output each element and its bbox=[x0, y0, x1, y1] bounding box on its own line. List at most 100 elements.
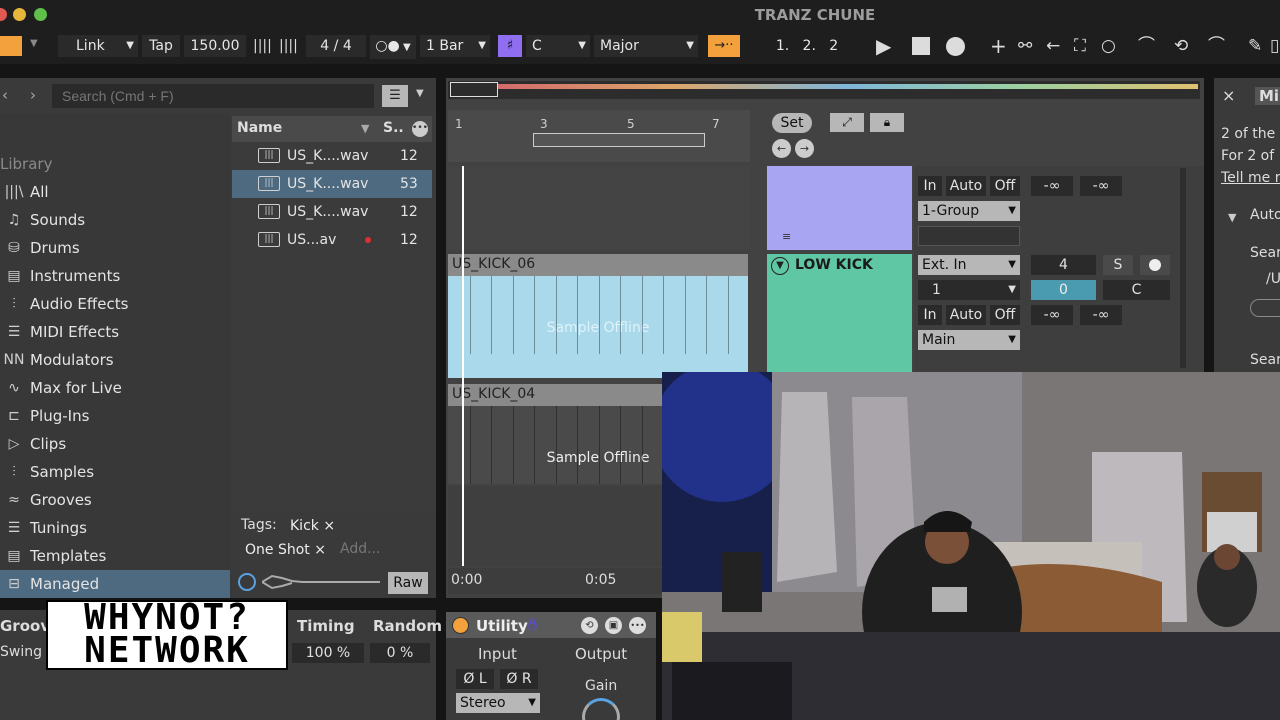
sidebar-item-midi-effects[interactable]: ☰ MIDI Effects bbox=[0, 318, 230, 346]
sidebar-item-audio-effects[interactable]: ⫶ Audio Effects bbox=[0, 290, 230, 318]
tempo-nudge-down-icon[interactable]: |||| bbox=[253, 34, 272, 58]
link-button[interactable]: Link ▼ bbox=[58, 35, 138, 57]
tempo-field[interactable]: 150.00 bbox=[184, 35, 246, 57]
sidebar-item-grooves[interactable]: ≈ Grooves bbox=[0, 486, 230, 514]
save-preset-icon[interactable]: ▣ bbox=[605, 617, 622, 634]
monitor-off-button[interactable]: Off bbox=[990, 176, 1020, 196]
forward-nav-icon[interactable]: › bbox=[30, 86, 36, 104]
song-position[interactable]: 1. 2. 2 bbox=[752, 35, 862, 57]
loop-icon[interactable]: ⟲ bbox=[1174, 34, 1188, 58]
punch-in-icon[interactable]: ⌒ bbox=[1138, 34, 1155, 58]
prev-locator-icon[interactable]: ← bbox=[772, 139, 791, 158]
timing-value[interactable]: 100 % bbox=[292, 643, 364, 663]
time-sig-numerator[interactable]: 4 bbox=[320, 38, 329, 54]
scrollbar[interactable] bbox=[1180, 168, 1186, 368]
overview-bar[interactable] bbox=[448, 81, 1200, 99]
hot-swap-icon[interactable]: ⟲ bbox=[581, 617, 598, 634]
time-sig-denominator[interactable]: 4 bbox=[343, 38, 352, 54]
unfold-icon[interactable]: ⤢ bbox=[830, 113, 864, 132]
draw-mode-icon[interactable]: ✎ bbox=[1248, 34, 1262, 58]
routing-empty-slot[interactable] bbox=[918, 226, 1020, 246]
group-fold-icon[interactable]: ≡ bbox=[782, 230, 791, 243]
time-signature[interactable]: 4 / 4 bbox=[306, 35, 366, 57]
sidebar-item-plug-ins[interactable]: ⊏ Plug-Ins bbox=[0, 402, 230, 430]
punch-out-icon[interactable]: ⌒ bbox=[1208, 34, 1225, 58]
random-value[interactable]: 0 % bbox=[370, 643, 430, 663]
file-row[interactable]: ||| US_K....wav 12 bbox=[232, 142, 432, 170]
monitor-in-button[interactable]: In bbox=[918, 305, 942, 325]
tell-me-more-link[interactable]: Tell me r bbox=[1221, 170, 1280, 186]
tag-one-shot[interactable]: One Shot × bbox=[239, 539, 332, 561]
search-input[interactable] bbox=[52, 84, 374, 108]
phase-left-button[interactable]: Ø L bbox=[456, 669, 494, 689]
position-sixteenth[interactable]: 2 bbox=[829, 38, 838, 54]
scale-dropdown[interactable]: Major ▼ bbox=[594, 35, 698, 57]
stop-icon[interactable] bbox=[912, 37, 930, 55]
preview-toggle-icon[interactable] bbox=[238, 573, 256, 591]
preview-waveform[interactable] bbox=[261, 574, 380, 590]
sidebar-item-sounds[interactable]: ♫ Sounds bbox=[0, 206, 230, 234]
follow-button[interactable]: →·· bbox=[708, 35, 740, 57]
sidebar-item-templates[interactable]: ▤ Templates bbox=[0, 542, 230, 570]
audio-clip[interactable]: US_KICK_06 Sample Offline bbox=[448, 254, 748, 378]
set-locator-button[interactable]: Set bbox=[772, 113, 812, 133]
overview-viewport[interactable] bbox=[450, 82, 498, 97]
remove-tag-icon[interactable]: × bbox=[323, 518, 335, 534]
metronome-button[interactable]: ○● ▼ bbox=[370, 35, 416, 59]
sidebar-item-samples[interactable]: ⫶ Samples bbox=[0, 458, 230, 486]
next-locator-icon[interactable]: → bbox=[795, 139, 814, 158]
output-main-dropdown[interactable]: Main ▼ bbox=[918, 330, 1020, 350]
track-fold-icon[interactable]: ▼ bbox=[771, 257, 789, 275]
device-on-icon[interactable] bbox=[452, 617, 469, 634]
monitor-auto-button[interactable]: Auto bbox=[946, 176, 986, 196]
add-icon[interactable]: + bbox=[990, 34, 1007, 58]
info-pill-button[interactable] bbox=[1250, 299, 1280, 317]
play-icon[interactable]: ▶ bbox=[876, 34, 891, 58]
input-type-dropdown[interactable]: Ext. In ▼ bbox=[918, 255, 1020, 275]
pan-field[interactable]: C bbox=[1103, 280, 1170, 300]
file-row[interactable]: ||| US_K....wav 12 bbox=[232, 198, 432, 226]
track-lane-group[interactable] bbox=[448, 166, 750, 250]
track-activator-button[interactable]: 4 bbox=[1031, 255, 1096, 275]
ext-sync-button[interactable] bbox=[0, 36, 22, 56]
size-column-header[interactable]: S.. bbox=[383, 120, 404, 136]
loop-brace[interactable] bbox=[533, 133, 705, 147]
section-expand-icon[interactable]: ▼ bbox=[1228, 211, 1236, 224]
automation-arm-icon[interactable]: ⚯ bbox=[1018, 34, 1032, 58]
session-record-icon[interactable]: ○ bbox=[1101, 34, 1116, 58]
position-beat[interactable]: 2. bbox=[803, 38, 816, 54]
sidebar-item-max-for-live[interactable]: ∿ Max for Live bbox=[0, 374, 230, 402]
monitor-in-button[interactable]: In bbox=[918, 176, 942, 196]
remove-tag-icon[interactable]: × bbox=[314, 542, 326, 558]
sidebar-item-managed[interactable]: ⊟ Managed bbox=[0, 570, 230, 598]
solo-button[interactable]: S bbox=[1103, 255, 1133, 275]
volume-field[interactable]: 0 bbox=[1031, 280, 1096, 300]
back-to-arrangement-icon[interactable]: ← bbox=[1046, 34, 1060, 58]
file-row[interactable]: ||| US...av 12 bbox=[232, 226, 432, 254]
phase-right-button[interactable]: Ø R bbox=[500, 669, 538, 689]
sidebar-item-all[interactable]: |||\ All bbox=[0, 178, 230, 206]
add-tag-input[interactable]: Add... bbox=[340, 541, 380, 557]
close-panel-icon[interactable]: × bbox=[1222, 86, 1235, 105]
sidebar-item-tunings[interactable]: ☰ Tunings bbox=[0, 514, 230, 542]
maximize-window-button[interactable] bbox=[34, 8, 47, 21]
track-name[interactable]: LOW KICK bbox=[795, 257, 873, 273]
tempo-nudge-up-icon[interactable]: |||| bbox=[279, 34, 298, 58]
tap-tempo-button[interactable]: Tap bbox=[142, 35, 180, 57]
channel-mode-dropdown[interactable]: Stereo ▼ bbox=[456, 693, 540, 713]
key-dropdown[interactable]: C ▼ bbox=[526, 35, 590, 57]
arm-button[interactable] bbox=[1140, 255, 1170, 275]
sidebar-item-modulators[interactable]: NN Modulators bbox=[0, 346, 230, 374]
name-column-header[interactable]: Name bbox=[237, 120, 282, 136]
monitor-off-button[interactable]: Off bbox=[990, 305, 1020, 325]
output-routing-dropdown[interactable]: 1-Group ▼ bbox=[918, 201, 1020, 221]
sidebar-item-drums[interactable]: ⛁ Drums bbox=[0, 234, 230, 262]
scale-mode-button[interactable]: ♯ bbox=[498, 35, 522, 57]
minimize-window-button[interactable] bbox=[13, 8, 26, 21]
back-nav-icon[interactable]: ‹ bbox=[2, 86, 8, 104]
device-menu-icon[interactable]: ••• bbox=[629, 617, 646, 634]
file-row[interactable]: ||| US_K....wav 53 bbox=[232, 170, 432, 198]
column-options-icon[interactable]: ••• bbox=[412, 121, 428, 137]
sort-icon[interactable]: ▼ bbox=[361, 122, 369, 135]
computer-keyboard-icon[interactable]: ▯ bbox=[1270, 34, 1279, 58]
